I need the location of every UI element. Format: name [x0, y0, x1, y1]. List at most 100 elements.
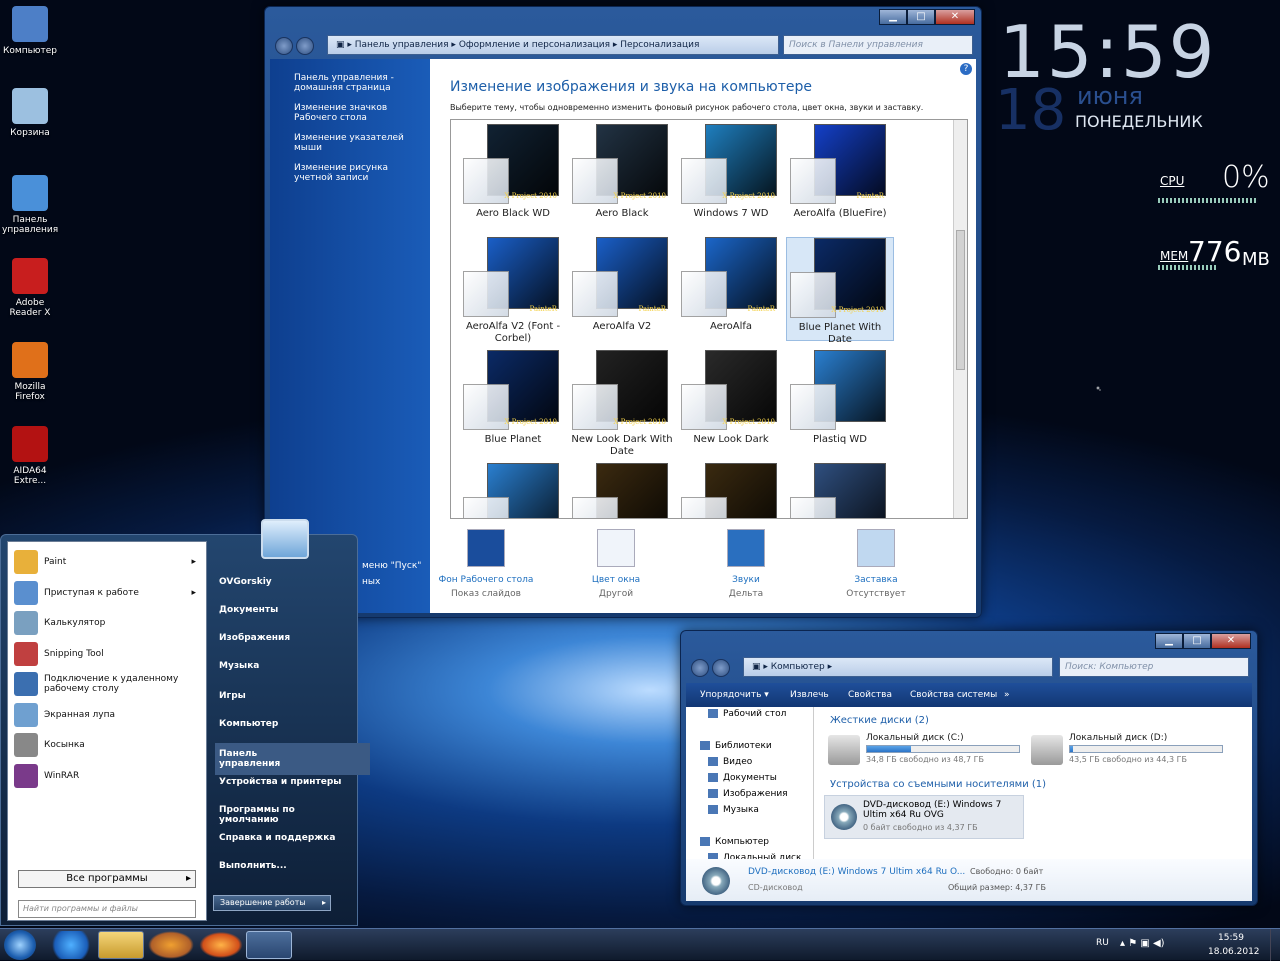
start-menu[interactable]: Paint ▸ Приступая к работе ▸ Калькулятор Snip… [0, 519, 371, 926]
theme-item[interactable]: X Project 2010 Blue Planet [459, 350, 567, 454]
start-program-item[interactable]: WinRAR [14, 762, 200, 790]
shutdown-button[interactable]: Завершение работы ▸ [213, 895, 331, 911]
personalize-option[interactable]: Цвет окна Другой [556, 529, 676, 601]
nav-item[interactable]: Изображения [708, 789, 788, 799]
personalize-option[interactable]: Заставка Отсутствует [816, 529, 936, 601]
nav-item[interactable]: Компьютер [700, 837, 769, 847]
link-cp-home[interactable]: Панель управления - домашняя страница [294, 73, 418, 93]
show-desktop-button[interactable] [1270, 929, 1280, 961]
start-right-item[interactable]: OVGorskiy [219, 577, 272, 587]
start-right-item[interactable]: Устройства и принтеры [219, 777, 341, 787]
link-start-menu[interactable]: меню "Пуск" [362, 561, 421, 571]
link-other[interactable]: ных [362, 577, 380, 587]
theme-item[interactable]: X Project 2010 Aero Black [568, 124, 676, 228]
crumb-appearance[interactable]: Оформление и персонализация [459, 40, 610, 50]
taskbar-ie-icon[interactable] [48, 931, 94, 959]
start-right-item[interactable]: Справка и поддержка [219, 833, 335, 843]
crumb-personalization[interactable]: Персонализация [620, 40, 699, 50]
nav-item[interactable]: Документы [708, 773, 777, 783]
personalize-option[interactable]: Фон Рабочего стола Показ слайдов [426, 529, 546, 601]
all-programs-button[interactable]: Все программы ▸ [18, 870, 196, 888]
forward-button[interactable] [712, 659, 730, 677]
taskbar-control-panel-icon[interactable] [246, 931, 292, 959]
start-right-item[interactable]: Музыка [219, 661, 259, 671]
theme-item[interactable]: PainteR AeroAlfa (BlueFire) [786, 124, 894, 228]
theme-item[interactable]: X Project 2010 Blue Planet With Date [786, 237, 894, 345]
nav-item[interactable]: Видео [708, 757, 752, 767]
taskbar-media-icon[interactable] [148, 931, 194, 959]
theme-item[interactable]: X Project 2010 New Look Dark With Date [568, 350, 676, 457]
group-removable[interactable]: Устройства со съемными носителями (1) [830, 779, 1046, 790]
organize-button[interactable]: Упорядочить ▾ [700, 690, 769, 700]
tray-time[interactable]: 15:59 [1218, 933, 1244, 943]
start-program-item[interactable]: Экранная лупа [14, 701, 200, 729]
crumb-computer[interactable]: Компьютер [771, 662, 825, 672]
tray-date[interactable]: 18.06.2012 [1208, 947, 1260, 957]
start-search-input[interactable]: Найти программы и файлы [18, 900, 196, 918]
theme-item[interactable]: X Project 2010 Windows 7 WD [677, 124, 785, 228]
start-right-item[interactable]: Документы [219, 605, 278, 615]
personalize-option[interactable]: Звуки Дельта [686, 529, 806, 601]
theme-item[interactable] [786, 463, 894, 518]
theme-item[interactable] [677, 463, 785, 518]
start-program-item[interactable]: Snipping Tool [14, 640, 200, 668]
system-properties-button[interactable]: Свойства системы [910, 690, 997, 700]
start-right-item[interactable]: Компьютер [219, 719, 278, 729]
theme-item[interactable]: PainteR AeroAlfa [677, 237, 785, 341]
theme-item[interactable]: PainteR AeroAlfa V2 (Font - Corbel) [459, 237, 567, 344]
taskbar-firefox-icon[interactable] [198, 931, 244, 959]
start-program-item[interactable]: Косынка [14, 731, 200, 759]
link-desktop-icons[interactable]: Изменение значков Рабочего стола [294, 103, 418, 123]
start-right-item[interactable]: Панель управления [215, 743, 371, 775]
desktop-icon[interactable]: Панель управления [2, 175, 58, 235]
link-mouse-pointers[interactable]: Изменение указателей мыши [294, 133, 418, 153]
start-program-item[interactable]: Paint ▸ [14, 548, 200, 576]
close-button[interactable]: ✕ [935, 9, 975, 25]
start-program-item[interactable]: Подключение к удаленному рабочему столу [14, 670, 200, 698]
group-hard-disks[interactable]: Жесткие диски (2) [830, 715, 929, 726]
desktop-icon[interactable]: Корзина [2, 88, 58, 138]
search-input[interactable]: Поиск в Панели управления [783, 35, 973, 55]
maximize-button[interactable]: □ [907, 9, 935, 25]
theme-item[interactable]: X Project 2010 New Look Dark [677, 350, 785, 454]
start-right-item[interactable]: Изображения [219, 633, 290, 643]
crumb-control-panel[interactable]: Панель управления [355, 40, 449, 50]
personalization-window[interactable]: ▁ □ ✕ ▣ ▸ Панель управления ▸ Оформление… [264, 6, 982, 618]
language-indicator[interactable]: RU [1096, 938, 1109, 948]
back-button[interactable] [275, 37, 293, 55]
back-button[interactable] [691, 659, 709, 677]
minimize-button[interactable]: ▁ [879, 9, 907, 25]
desktop-icon[interactable]: AIDA64 Extre... [2, 426, 58, 486]
start-right-item[interactable]: Программы по умолчанию [219, 805, 357, 825]
forward-button[interactable] [296, 37, 314, 55]
nav-item[interactable]: Музыка [708, 805, 759, 815]
nav-item[interactable]: Рабочий стол [708, 709, 786, 719]
start-right-item[interactable]: Выполнить... [219, 861, 287, 871]
theme-item[interactable]: X Project 2010 Aero Black WD [459, 124, 567, 228]
theme-item[interactable] [459, 463, 567, 518]
more-button[interactable]: » [1004, 690, 1010, 700]
link-account-picture[interactable]: Изменение рисунка учетной записи [294, 163, 418, 183]
close-button[interactable]: ✕ [1211, 633, 1251, 649]
eject-button[interactable]: Извлечь [790, 690, 829, 700]
search-input[interactable]: Поиск: Компьютер [1059, 657, 1249, 677]
maximize-button[interactable]: □ [1183, 633, 1211, 649]
help-icon[interactable]: ? [960, 63, 972, 75]
dvd-drive[interactable]: DVD-дисковод (E:) Windows 7 Ultim x64 Ru… [824, 795, 1024, 839]
explorer-window[interactable]: ▁ □ ✕ ▣ ▸ Компьютер ▸ Поиск: Компьютер У… [680, 630, 1258, 906]
desktop-icon[interactable]: Adobe Reader X [2, 258, 58, 318]
theme-item[interactable]: PainteR AeroAlfa V2 [568, 237, 676, 341]
start-button[interactable] [4, 930, 36, 960]
drive-item[interactable]: Локальный диск (C:) 34,8 ГБ свободно из 4… [824, 731, 1024, 771]
theme-item[interactable]: Plastiq WD [786, 350, 894, 454]
address-bar[interactable]: ▣ ▸ Компьютер ▸ [743, 657, 1053, 677]
drive-item[interactable]: Локальный диск (D:) 43,5 ГБ свободно из 4… [1027, 731, 1227, 771]
address-bar[interactable]: ▣ ▸ Панель управления ▸ Оформление и пер… [327, 35, 779, 55]
start-right-item[interactable]: Игры [219, 691, 246, 701]
start-program-item[interactable]: Приступая к работе ▸ [14, 579, 200, 607]
desktop-icon[interactable]: Компьютер [2, 6, 58, 56]
scrollbar[interactable] [953, 120, 967, 518]
theme-item[interactable] [568, 463, 676, 518]
nav-item[interactable]: Библиотеки [700, 741, 772, 751]
desktop-icon[interactable]: Mozilla Firefox [2, 342, 58, 402]
